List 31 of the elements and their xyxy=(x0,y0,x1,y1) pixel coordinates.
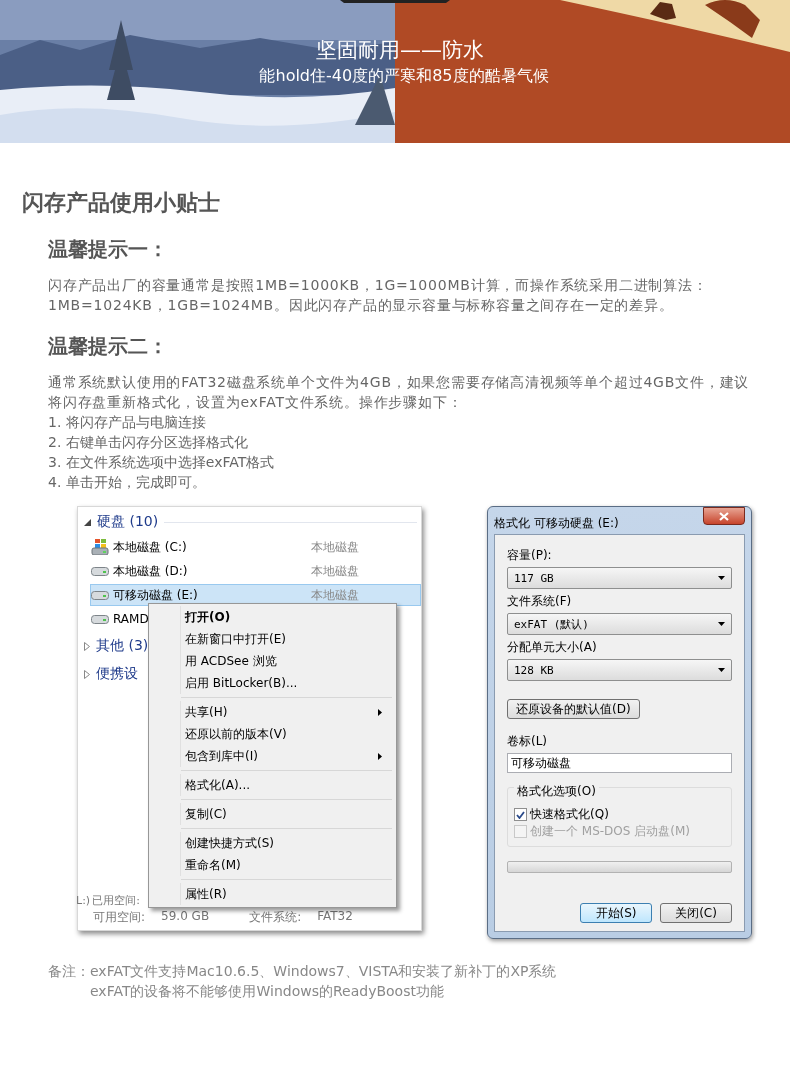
field-label: 分配单元大小(A) xyxy=(507,639,598,656)
note-label: 备注： xyxy=(48,962,90,981)
page-title: 闪存产品使用小贴士 xyxy=(22,189,221,217)
drive-name: 可移动磁盘 (E:) xyxy=(113,586,199,604)
note-text: exFAT文件支持Mac10.6.5、Windows7、VISTA和安装了新补丁的XP系统 xyxy=(90,962,557,981)
detail-value: FAT32 xyxy=(317,909,353,925)
group-label: 格式化选项(O) xyxy=(514,783,599,800)
tip-heading: 温馨提示一： xyxy=(48,236,168,263)
detail-label: 文件系统: xyxy=(249,909,302,926)
drive-name: 本地磁盘 (C:) xyxy=(113,538,188,556)
step-text: 2. 右键单击闪存分区选择格式化 xyxy=(48,433,248,452)
detail-label: 可用空间: xyxy=(93,909,146,926)
note-text: exFAT的设备将不能够使用Windows的ReadyBoost功能 xyxy=(90,982,445,1001)
dialog-title: 格式化 可移动硬盘 (E:) xyxy=(494,515,619,532)
drive-name: 本地磁盘 (D:) xyxy=(113,562,189,580)
drive-type: 本地磁盘 xyxy=(311,562,359,580)
field-label: 容量(P): xyxy=(507,547,553,564)
tip-paragraph: 闪存产品出厂的容量通常是按照1MB=1000KB，1G=1000MB计算，而操作系统采用二进制算法：1MB=1024KB，1GB=1024MB。因此闪存产品的显示容量与标称容量之间存在一定的差异。 xyxy=(48,276,709,315)
field-label: 卷标(L) xyxy=(507,733,549,750)
step-text: 1. 将闪存产品与电脑连接 xyxy=(48,413,206,432)
tip-heading: 温馨提示二： xyxy=(48,333,168,360)
detail-label: 已用空间: xyxy=(92,893,140,908)
step-text: 3. 在文件系统选项中选择exFAT格式 xyxy=(48,453,275,472)
drive-type: 本地磁盘 xyxy=(311,586,359,604)
tip-paragraph: 通常系统默认使用的FAT32磁盘系统单个文件为4GB，如果您需要存储高清视频等单个超过4GB文件，建议将闪存盘重新格式化，设置为exFAT文件系统。操作步骤如下： xyxy=(48,373,751,412)
detail-label: L:) xyxy=(76,894,91,907)
field-label: 文件系统(F) xyxy=(507,593,573,610)
step-text: 4. 单击开始，完成即可。 xyxy=(48,473,206,492)
drive-name: RAMD xyxy=(113,612,149,626)
drive-type: 本地磁盘 xyxy=(311,538,359,556)
detail-value: 59.0 GB xyxy=(161,909,210,925)
